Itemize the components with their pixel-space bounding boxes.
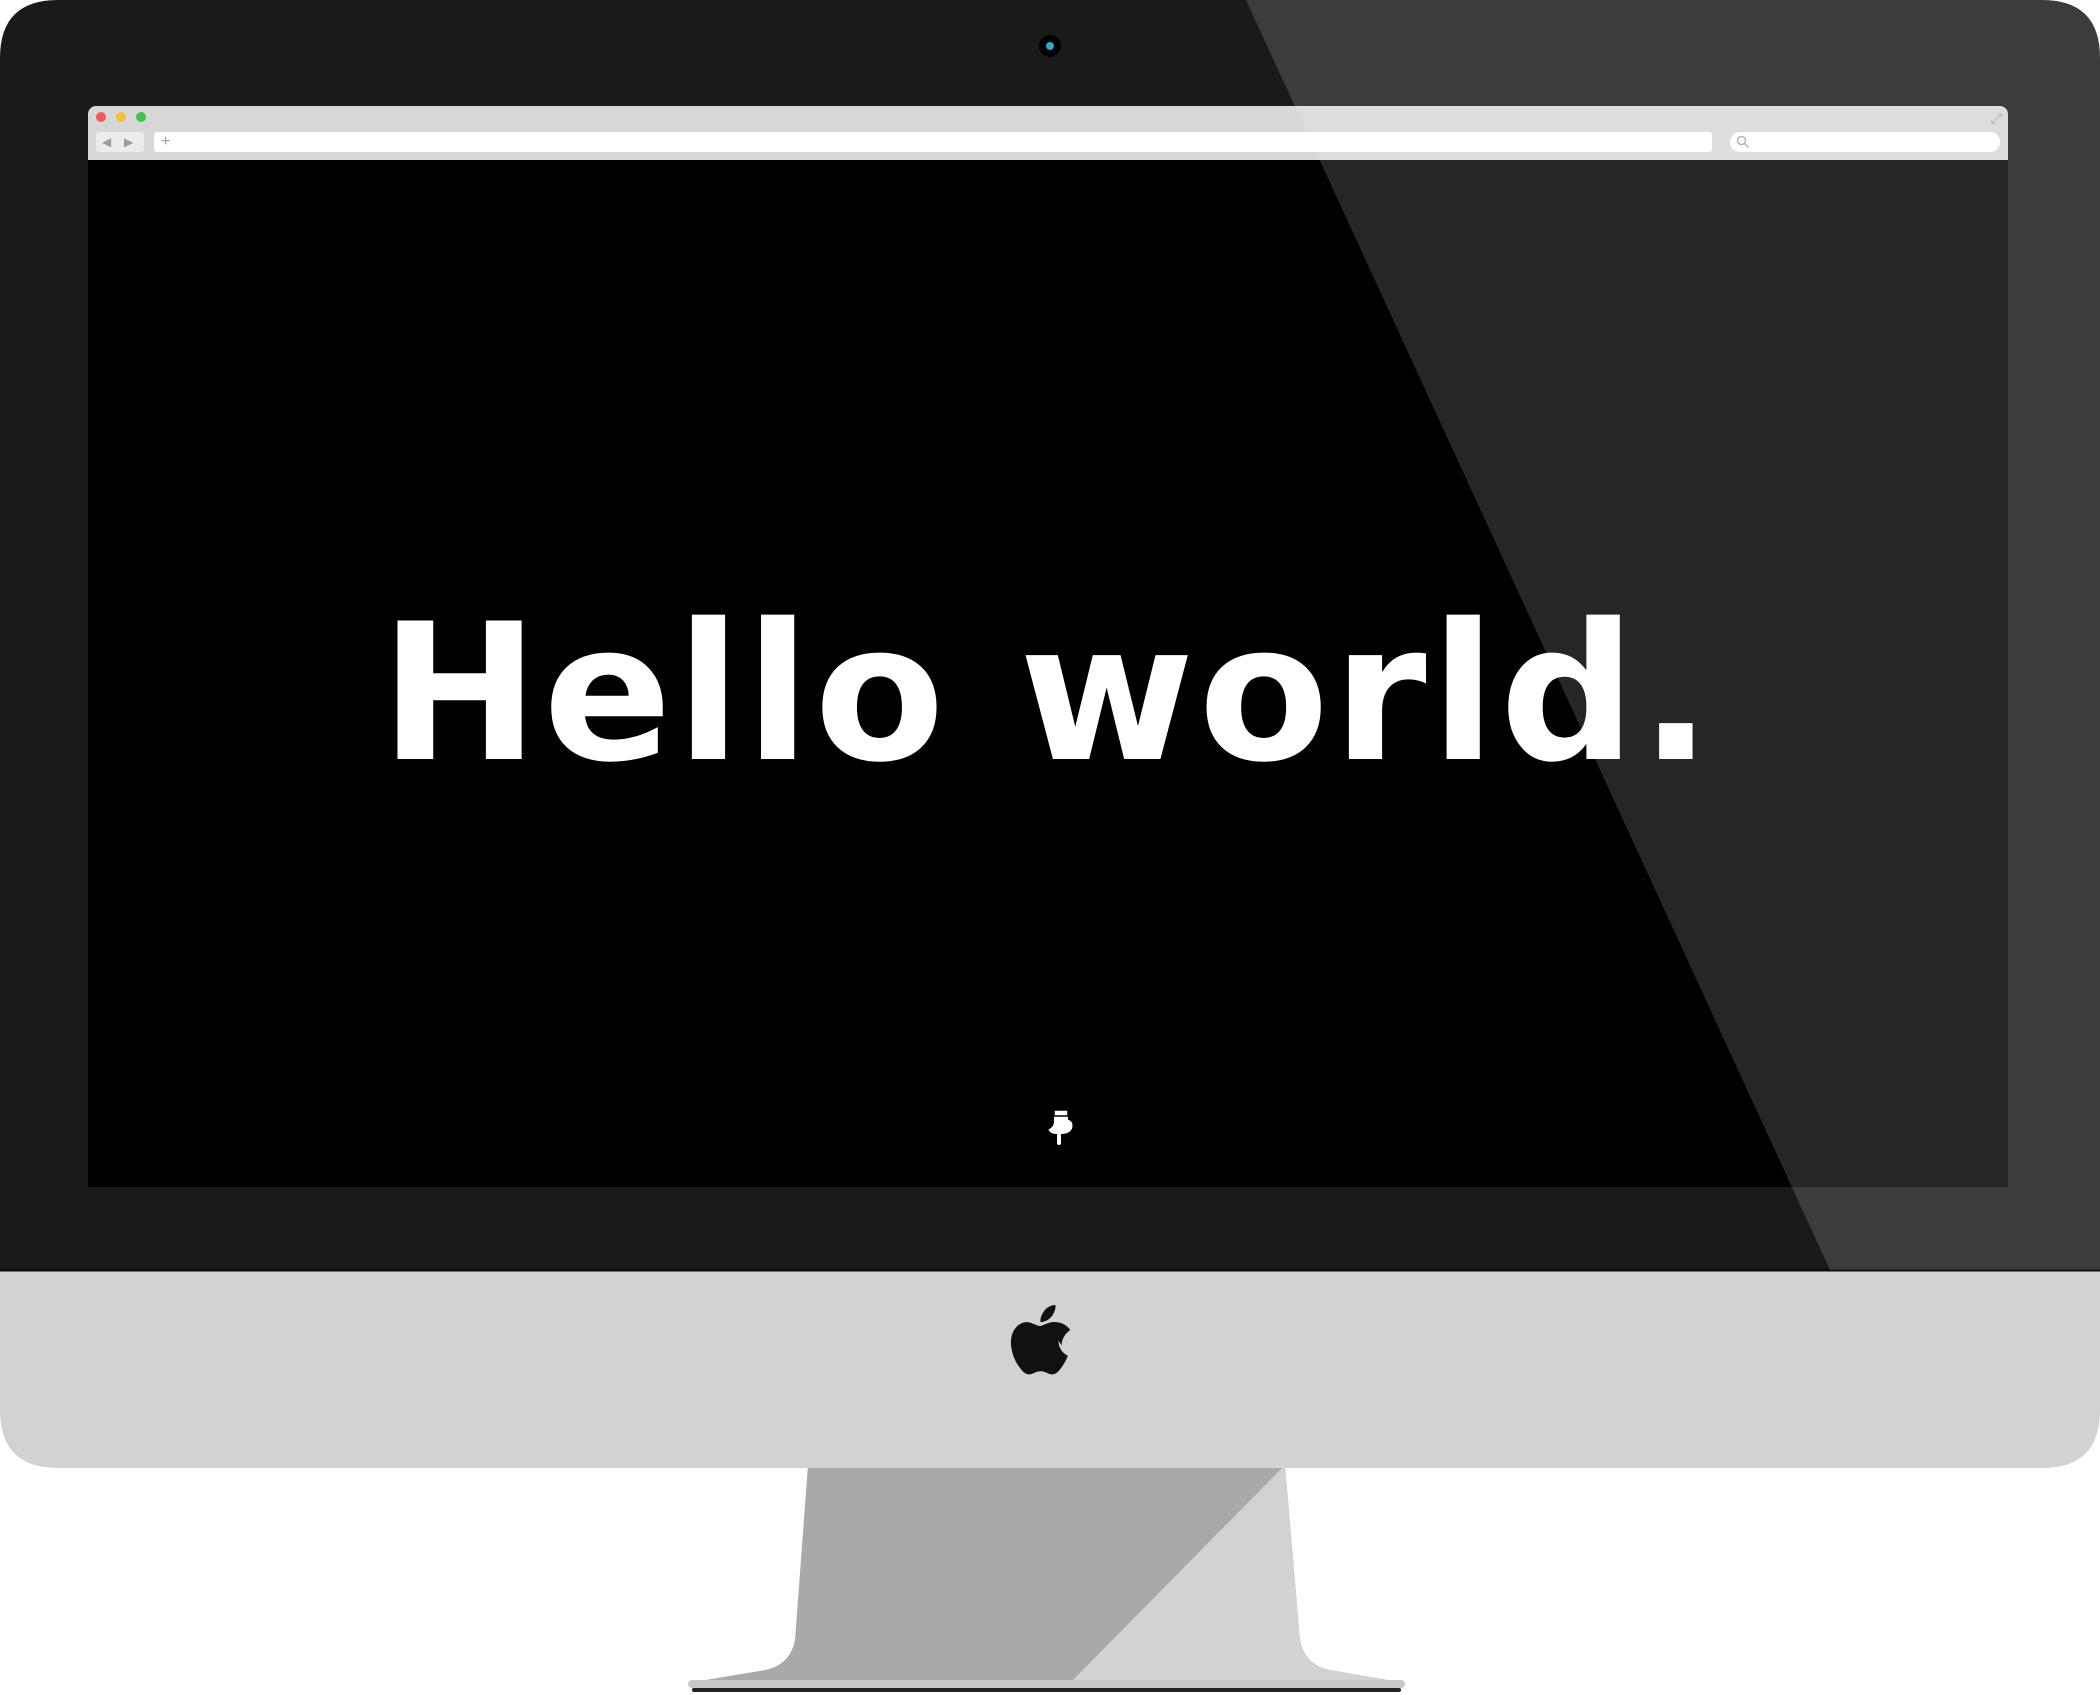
monitor-stand-base <box>688 1680 1405 1688</box>
search-input[interactable] <box>1730 132 2000 152</box>
web-page-content: Hello world. <box>88 160 2008 1187</box>
navigation-buttons: ◀ ▶ <box>96 132 144 152</box>
address-bar[interactable]: + <box>154 132 1712 152</box>
minimize-window-button[interactable] <box>116 112 126 122</box>
fullscreen-icon[interactable]: ⤢ <box>1991 110 2002 127</box>
back-icon[interactable]: ◀ <box>102 135 111 149</box>
close-window-button[interactable] <box>96 112 106 122</box>
hand-pointer-icon <box>1045 1108 1075 1147</box>
monitor-stand-shadow <box>692 1688 1401 1692</box>
search-icon <box>1736 135 1750 149</box>
hello-world-headline: Hello world. <box>380 583 1716 804</box>
forward-icon[interactable]: ▶ <box>124 135 133 149</box>
maximize-window-button[interactable] <box>136 112 146 122</box>
browser-toolbar: ◀ ▶ + ⤢ <box>88 106 2008 160</box>
new-tab-icon[interactable]: + <box>161 132 170 152</box>
